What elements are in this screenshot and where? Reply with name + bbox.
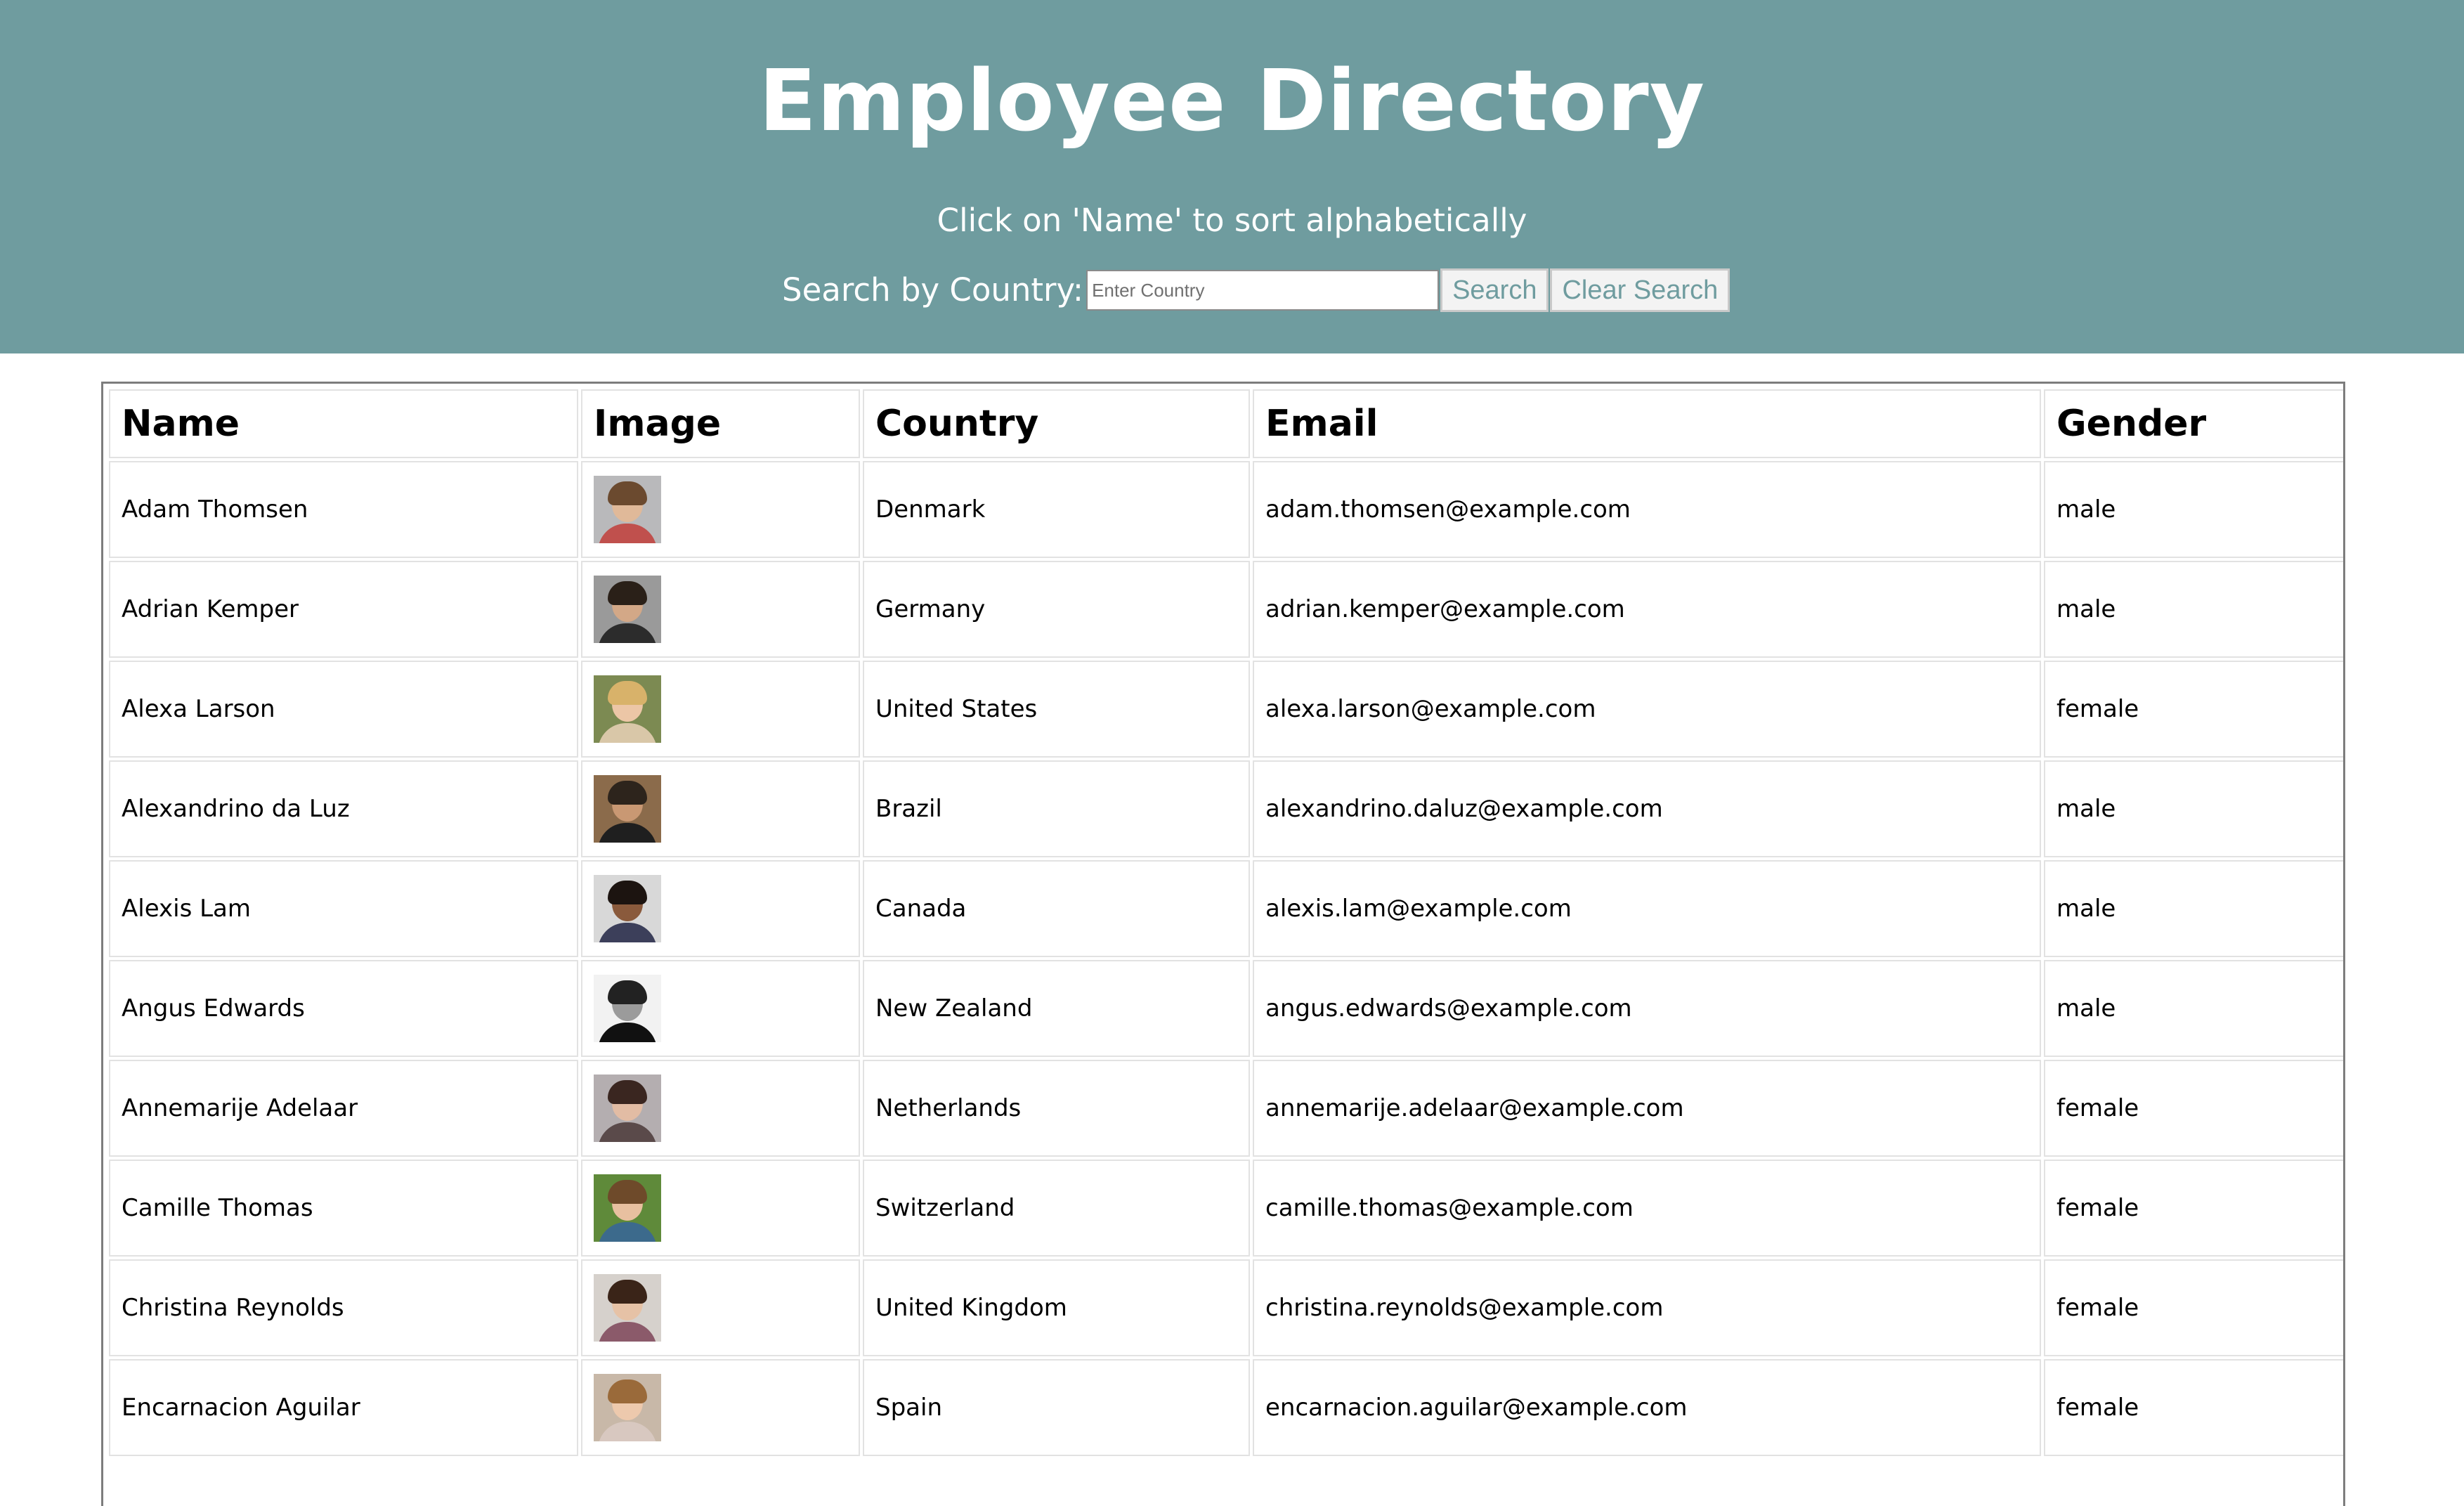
employee-gender: female <box>2044 1060 2343 1157</box>
table-row: Alexa Larson United States alexa.larson@… <box>109 661 2343 758</box>
employee-avatar <box>594 875 661 942</box>
employee-name: Alexis Lam <box>109 860 578 957</box>
employee-gender: female <box>2044 1359 2343 1456</box>
employee-avatar <box>594 476 661 543</box>
employee-country: United Kingdom <box>863 1259 1250 1356</box>
employee-gender: male <box>2044 461 2343 558</box>
table-row: Angus Edwards New Zealand angus.edwards@… <box>109 960 2343 1057</box>
employee-country: New Zealand <box>863 960 1250 1057</box>
employee-country: Denmark <box>863 461 1250 558</box>
employee-country: Canada <box>863 860 1250 957</box>
employee-image-cell <box>581 1359 860 1456</box>
clear-search-button[interactable]: Clear Search <box>1550 268 1730 312</box>
employee-name: Encarnacion Aguilar <box>109 1359 578 1456</box>
sort-hint: Click on 'Name' to sort alphabetically <box>937 202 1527 239</box>
employee-avatar <box>594 1274 661 1342</box>
employee-name: Angus Edwards <box>109 960 578 1057</box>
table-header-row: Name Image Country Email Gender <box>109 389 2343 458</box>
employee-avatar <box>594 775 661 843</box>
country-search-input[interactable] <box>1086 270 1440 311</box>
employee-gender: male <box>2044 760 2343 857</box>
column-header-email: Email <box>1253 389 2041 458</box>
employee-name: Adrian Kemper <box>109 561 578 658</box>
employee-email: camille.thomas@example.com <box>1253 1160 2041 1257</box>
employee-gender: female <box>2044 661 2343 758</box>
search-label: Search by Country: <box>782 271 1084 309</box>
employee-name: Annemarije Adelaar <box>109 1060 578 1157</box>
table-row: Christina Reynolds United Kingdom christ… <box>109 1259 2343 1356</box>
employee-email: alexandrino.daluz@example.com <box>1253 760 2041 857</box>
employee-email: alexis.lam@example.com <box>1253 860 2041 957</box>
employee-country: Spain <box>863 1359 1250 1456</box>
employee-email: adam.thomsen@example.com <box>1253 461 2041 558</box>
employee-email: christina.reynolds@example.com <box>1253 1259 2041 1356</box>
table-row: Annemarije Adelaar Netherlands annemarij… <box>109 1060 2343 1157</box>
table-row: Adam Thomsen Denmark adam.thomsen@exampl… <box>109 461 2343 558</box>
employee-table-container: Name Image Country Email Gender Adam Tho… <box>101 382 2345 1506</box>
employee-image-cell <box>581 561 860 658</box>
table-row: Camille Thomas Switzerland camille.thoma… <box>109 1160 2343 1257</box>
employee-avatar <box>594 1075 661 1142</box>
search-bar: Search by Country: Search Clear Search <box>782 266 1730 315</box>
table-row: Alexis Lam Canada alexis.lam@example.com… <box>109 860 2343 957</box>
employee-gender: male <box>2044 561 2343 658</box>
table-row: Encarnacion Aguilar Spain encarnacion.ag… <box>109 1359 2343 1456</box>
employee-country: United States <box>863 661 1250 758</box>
employee-avatar <box>594 576 661 643</box>
table-row: Alexandrino da Luz Brazil alexandrino.da… <box>109 760 2343 857</box>
employee-image-cell <box>581 860 860 957</box>
employee-name: Christina Reynolds <box>109 1259 578 1356</box>
employee-avatar <box>594 675 661 743</box>
employee-image-cell <box>581 960 860 1057</box>
employee-image-cell <box>581 1259 860 1356</box>
employee-gender: female <box>2044 1259 2343 1356</box>
employee-email: annemarije.adelaar@example.com <box>1253 1060 2041 1157</box>
employee-country: Netherlands <box>863 1060 1250 1157</box>
search-button[interactable]: Search <box>1440 268 1549 312</box>
employee-country: Germany <box>863 561 1250 658</box>
employee-gender: male <box>2044 960 2343 1057</box>
employee-country: Switzerland <box>863 1160 1250 1257</box>
employee-avatar <box>594 975 661 1042</box>
table-row: Adrian Kemper Germany adrian.kemper@exam… <box>109 561 2343 658</box>
employee-name: Camille Thomas <box>109 1160 578 1257</box>
column-header-image: Image <box>581 389 860 458</box>
employee-image-cell <box>581 461 860 558</box>
employee-image-cell <box>581 1160 860 1257</box>
column-header-gender: Gender <box>2044 389 2343 458</box>
employee-name: Adam Thomsen <box>109 461 578 558</box>
employee-email: alexa.larson@example.com <box>1253 661 2041 758</box>
page-title: Employee Directory <box>759 53 1705 150</box>
column-header-name[interactable]: Name <box>109 389 578 458</box>
employee-gender: male <box>2044 860 2343 957</box>
employee-image-cell <box>581 1060 860 1157</box>
employee-avatar <box>594 1174 661 1242</box>
employee-email: adrian.kemper@example.com <box>1253 561 2041 658</box>
employee-email: angus.edwards@example.com <box>1253 960 2041 1057</box>
employee-avatar <box>594 1374 661 1441</box>
employee-image-cell <box>581 760 860 857</box>
employee-image-cell <box>581 661 860 758</box>
employee-name: Alexa Larson <box>109 661 578 758</box>
page-header: Employee Directory Click on 'Name' to so… <box>0 0 2464 353</box>
employee-name: Alexandrino da Luz <box>109 760 578 857</box>
employee-table: Name Image Country Email Gender Adam Tho… <box>106 387 2343 1459</box>
employee-country: Brazil <box>863 760 1250 857</box>
employee-email: encarnacion.aguilar@example.com <box>1253 1359 2041 1456</box>
column-header-country: Country <box>863 389 1250 458</box>
employee-gender: female <box>2044 1160 2343 1257</box>
